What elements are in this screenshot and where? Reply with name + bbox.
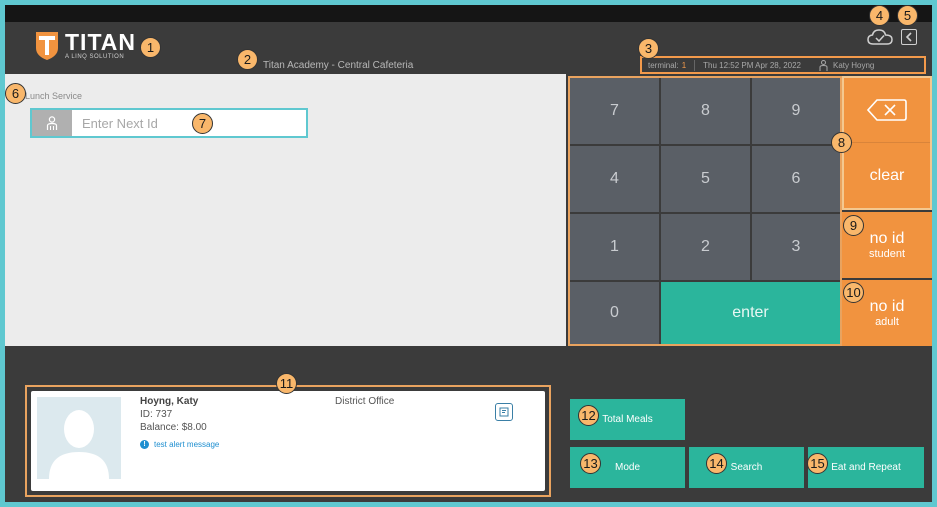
datetime: Thu 12:52 PM Apr 28, 2022 [703, 60, 801, 70]
back-button[interactable] [901, 29, 917, 45]
divider [694, 59, 696, 71]
clear-button[interactable]: clear [844, 143, 930, 208]
pos-window: TITAN A LINQ SOLUTION Titan Academy - Ce… [5, 5, 932, 502]
callout-5: 5 [897, 5, 918, 26]
clear-label: clear [869, 167, 905, 184]
id-entry [30, 108, 308, 138]
key-7[interactable]: 7 [570, 78, 659, 144]
no-id-student-main: no id [869, 229, 905, 247]
chevron-left-icon [905, 32, 912, 42]
bottom-panel: Hoyng, Katy ID: 737 Balance: $8.00 ! tes… [5, 346, 932, 502]
patron-name: Hoyng, Katy [140, 396, 199, 407]
patron-department: District Office [335, 396, 395, 407]
callout-12: 12 [578, 405, 599, 426]
avatar-silhouette-icon [49, 410, 109, 479]
user-icon [819, 59, 828, 71]
terminal-status: terminal: 1 Thu 12:52 PM Apr 28, 2022 Ka… [640, 56, 926, 74]
patron-card-frame: Hoyng, Katy ID: 737 Balance: $8.00 ! tes… [25, 385, 551, 497]
callout-10: 10 [843, 282, 864, 303]
key-5[interactable]: 5 [661, 146, 750, 212]
patron-balance: Balance: $8.00 [140, 422, 207, 433]
callout-11: 11 [276, 373, 297, 394]
callout-6: 6 [5, 83, 26, 104]
terminal-label: terminal: [648, 60, 679, 70]
patron-alert[interactable]: ! test alert message [140, 440, 219, 449]
key-8[interactable]: 8 [661, 78, 750, 144]
terminal-number: 1 [681, 60, 687, 70]
callout-4: 4 [869, 5, 890, 26]
alert-text: test alert message [154, 440, 220, 449]
callout-7: 7 [192, 113, 213, 134]
logo-tagline: A LINQ SOLUTION [65, 54, 125, 60]
location-label: Titan Academy - Central Cafeteria [263, 60, 414, 71]
callout-3: 3 [638, 38, 659, 59]
backspace-button[interactable] [844, 78, 930, 143]
service-label: Lunch Service [25, 91, 83, 101]
shield-logo-icon [36, 32, 58, 60]
cloud-check-icon[interactable] [867, 28, 893, 46]
logo-wordmark: TITAN [65, 29, 137, 55]
top-strip [5, 5, 932, 22]
info-icon: ! [140, 440, 149, 449]
key-9[interactable]: 9 [752, 78, 840, 144]
avatar [37, 397, 121, 479]
callout-9: 9 [843, 215, 864, 236]
titan-logo: TITAN A LINQ SOLUTION [35, 30, 136, 62]
edit-keys: clear [842, 76, 932, 210]
key-6[interactable]: 6 [752, 146, 840, 212]
current-user: Katy Hoyng [832, 60, 875, 70]
id-input[interactable] [72, 110, 306, 136]
callout-14: 14 [706, 453, 727, 474]
keypad: 7 8 9 4 5 6 1 2 3 0 enter [568, 76, 842, 346]
key-3[interactable]: 3 [752, 214, 840, 280]
key-2[interactable]: 2 [661, 214, 750, 280]
patron-notes-button[interactable] [495, 403, 513, 421]
note-icon [499, 407, 509, 417]
backspace-icon [867, 99, 907, 121]
callout-13: 13 [580, 453, 601, 474]
user-icon [46, 116, 58, 130]
callout-8: 8 [831, 132, 852, 153]
patron-card[interactable]: Hoyng, Katy ID: 737 Balance: $8.00 ! tes… [31, 391, 545, 491]
enter-button[interactable]: enter [661, 282, 840, 344]
key-0[interactable]: 0 [570, 282, 659, 344]
patron-id: ID: 737 [140, 409, 173, 420]
service-panel: Lunch Service [5, 74, 566, 346]
no-id-student-sub: student [868, 247, 906, 260]
key-4[interactable]: 4 [570, 146, 659, 212]
no-id-adult-main: no id [869, 297, 905, 315]
callout-15: 15 [807, 453, 828, 474]
key-1[interactable]: 1 [570, 214, 659, 280]
callout-2: 2 [237, 49, 258, 70]
id-user-icon-box [32, 110, 72, 136]
callout-1: 1 [140, 37, 161, 58]
no-id-adult-sub: adult [875, 315, 899, 328]
